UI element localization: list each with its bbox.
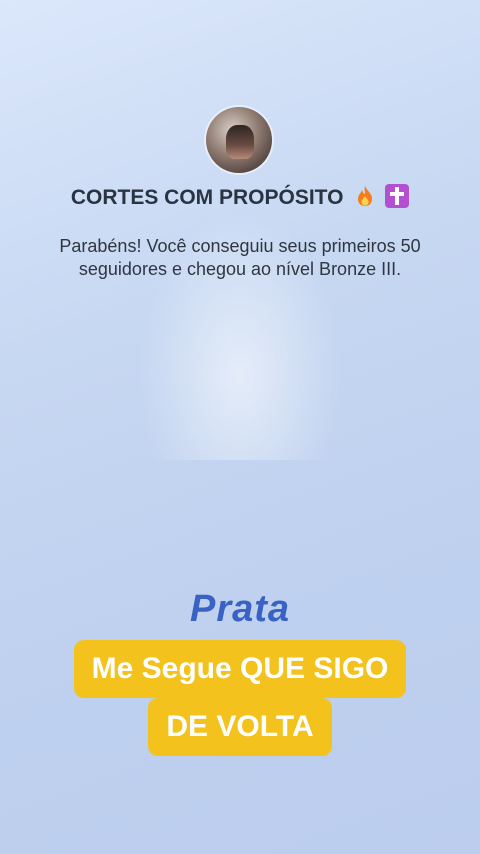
profile-name-row: CORTES COM PROPÓSITO xyxy=(0,184,480,210)
achievement-message: Parabéns! Você conseguiu seus primeiros … xyxy=(59,236,421,279)
cross-icon xyxy=(385,184,410,208)
profile-name: CORTES COM PROPÓSITO xyxy=(70,186,344,209)
caption-overlay: Me Segue QUE SIGO DE VOLTA xyxy=(0,640,480,756)
level-label: Prata xyxy=(189,588,291,630)
avatar-photo xyxy=(226,125,254,159)
fire-icon xyxy=(358,186,373,206)
background-glow xyxy=(120,180,360,460)
caption-line-1: Me Segue QUE SIGO xyxy=(73,640,407,698)
avatar[interactable] xyxy=(206,107,272,173)
caption-line-2: DE VOLTA xyxy=(148,698,332,756)
